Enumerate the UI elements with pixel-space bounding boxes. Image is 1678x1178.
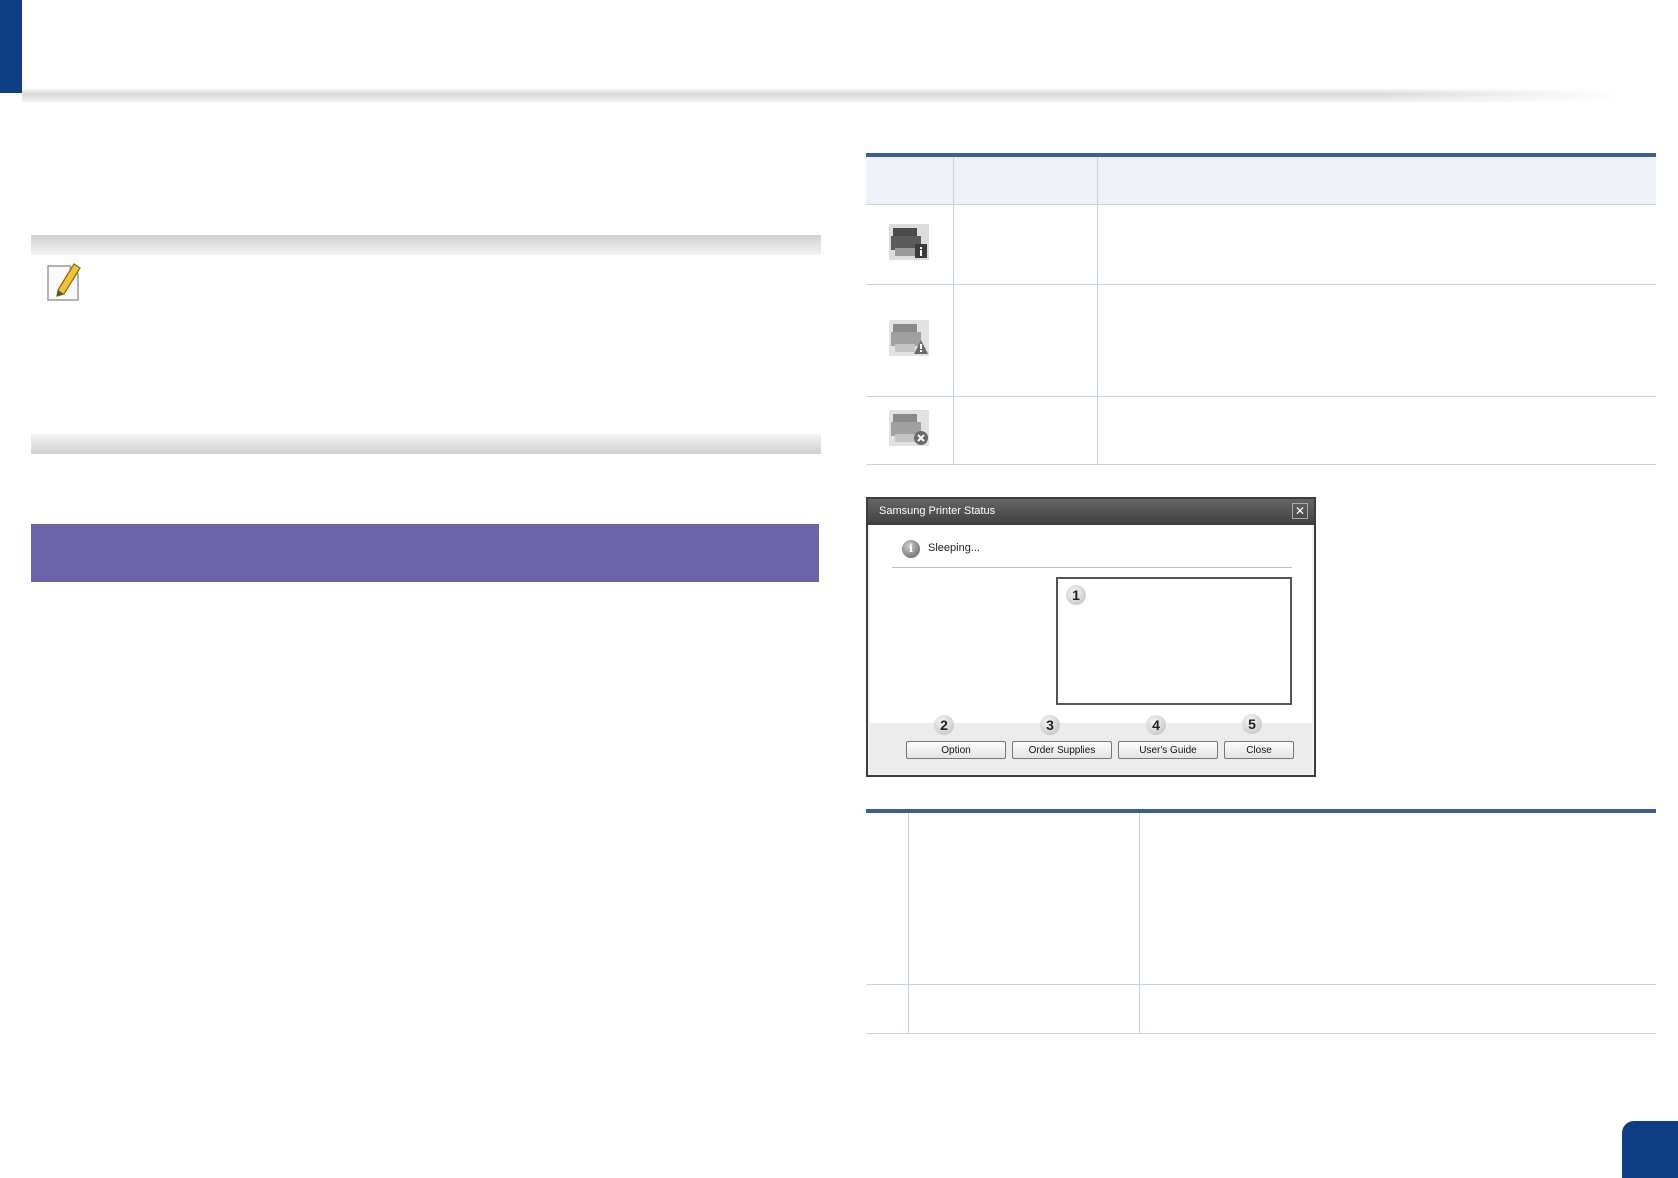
close-icon[interactable]: ✕ — [1292, 503, 1308, 519]
table-header-row — [866, 155, 1656, 205]
header-rule — [22, 88, 1622, 102]
header-cell-meaning — [952, 155, 1097, 205]
close-button[interactable]: Close — [1224, 741, 1294, 759]
table-row — [866, 204, 1656, 285]
printer-status-window: Samsung Printer Status ✕ i Sleeping... 1… — [866, 497, 1316, 777]
note-box-top-band — [31, 235, 821, 255]
users-guide-button[interactable]: User's Guide — [1118, 741, 1218, 759]
section-heading-bar — [31, 524, 819, 582]
note-pencil-icon — [44, 260, 84, 304]
header-cell-description — [1096, 155, 1656, 205]
callout-2: 2 — [934, 715, 954, 735]
info-icon: i — [902, 540, 920, 558]
note-box-bottom-band — [31, 434, 821, 454]
option-button[interactable]: Option — [906, 741, 1006, 759]
table-row — [866, 984, 1656, 1033]
callout-4: 4 — [1146, 715, 1166, 735]
page-number-tab — [1622, 1121, 1678, 1178]
button-area: 2 3 4 5 Option Order Supplies User's Gui… — [870, 714, 1312, 773]
callout-1: 1 — [1066, 585, 1086, 605]
status-text: Sleeping... — [928, 542, 980, 554]
table-row — [866, 811, 1656, 984]
header-cell-icon — [866, 155, 953, 205]
callout-3: 3 — [1040, 715, 1060, 735]
printer-error-icon — [889, 410, 930, 446]
divider — [892, 567, 1292, 568]
table-row — [866, 396, 1656, 465]
table-row — [866, 284, 1656, 397]
status-message-box: 1 — [1056, 577, 1292, 705]
window-title: Samsung Printer Status — [879, 505, 996, 517]
printer-warning-icon — [889, 320, 930, 356]
header-accent-bar — [0, 0, 22, 93]
printer-info-icon — [889, 224, 930, 260]
callout-description-table — [866, 809, 1656, 1034]
status-icon-table — [866, 153, 1656, 465]
window-title-bar: Samsung Printer Status ✕ — [868, 499, 1314, 525]
callout-5: 5 — [1242, 714, 1262, 734]
window-body: i Sleeping... 1 2 3 4 5 Option Order Sup… — [870, 525, 1312, 773]
order-supplies-button[interactable]: Order Supplies — [1012, 741, 1112, 759]
